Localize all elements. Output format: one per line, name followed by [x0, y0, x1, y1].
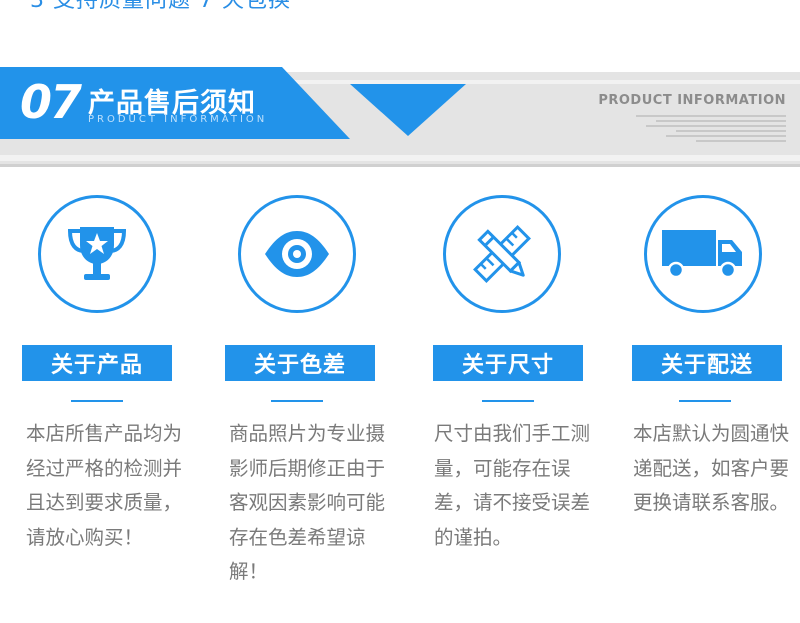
divider [482, 400, 534, 402]
top-cropped-text: 3 支持质量问题 7 天包换 [0, 0, 800, 12]
fine-print-decoration [626, 112, 786, 142]
section-number: 07 [20, 75, 82, 129]
trophy-icon [49, 206, 145, 302]
card-label: 关于产品 [22, 345, 172, 381]
truck-icon [655, 206, 751, 302]
card-description: 尺寸由我们手工测量，可能存在误差，请不接受误差的谨拍。 [434, 422, 591, 549]
top-cropped-line: 3 支持质量问题 7 天包换 [30, 0, 291, 12]
divider [71, 400, 123, 402]
card-label: 关于配送 [632, 345, 782, 381]
card-description: 商品照片为专业摄影师后期修正由于客观因素影响可能存在色差希望谅解！ [229, 422, 386, 583]
section-right-label: PRODUCT INFORMATION [598, 93, 786, 108]
divider [271, 400, 323, 402]
icon-circle [238, 195, 356, 313]
eye-icon [249, 206, 345, 302]
pencil-ruler-icon [454, 206, 550, 302]
card-description: 本店所售产品均为经过严格的检测并且达到要求质量，请放心购买！ [26, 422, 183, 549]
card-description: 本店默认为圆通快递配送，如客户要更换请联系客服。 [633, 422, 790, 514]
divider [679, 400, 731, 402]
band-stripe [0, 155, 800, 161]
band-stripe [0, 164, 800, 167]
icon-circle [38, 195, 156, 313]
section-subtitle: PRODUCT INFORMATION [88, 114, 268, 125]
card-label: 关于尺寸 [433, 345, 583, 381]
card-label: 关于色差 [225, 345, 375, 381]
icon-circle [644, 195, 762, 313]
triangle-decoration [350, 84, 466, 136]
icon-circle [443, 195, 561, 313]
